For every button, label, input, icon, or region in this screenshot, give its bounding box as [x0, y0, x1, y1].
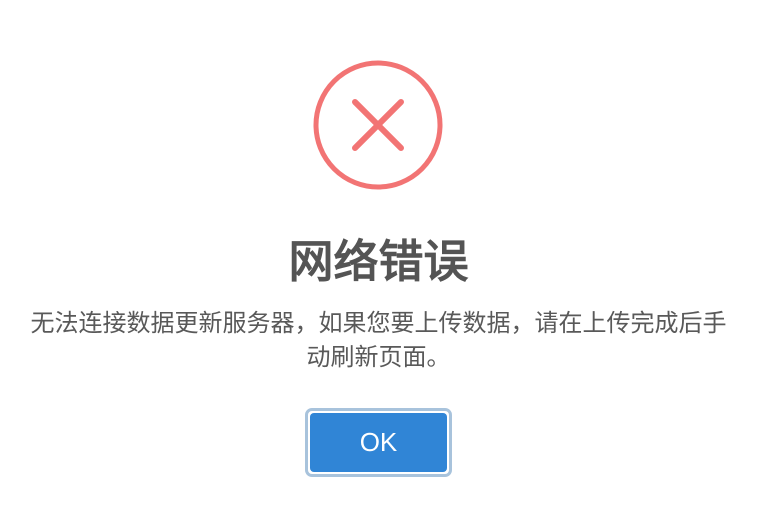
ok-button[interactable]: OK: [310, 413, 447, 472]
dialog-message: 无法连接数据更新服务器，如果您要上传数据，请在上传完成后手动刷新页面。: [30, 309, 727, 371]
error-x-icon: [313, 60, 443, 190]
dialog-title: 网络错误: [288, 235, 469, 288]
error-dialog: 网络错误 无法连接数据更新服务器，如果您要上传数据，请在上传完成后手动刷新页面。…: [0, 0, 757, 507]
ok-button-focus-ring: OK: [305, 408, 452, 477]
